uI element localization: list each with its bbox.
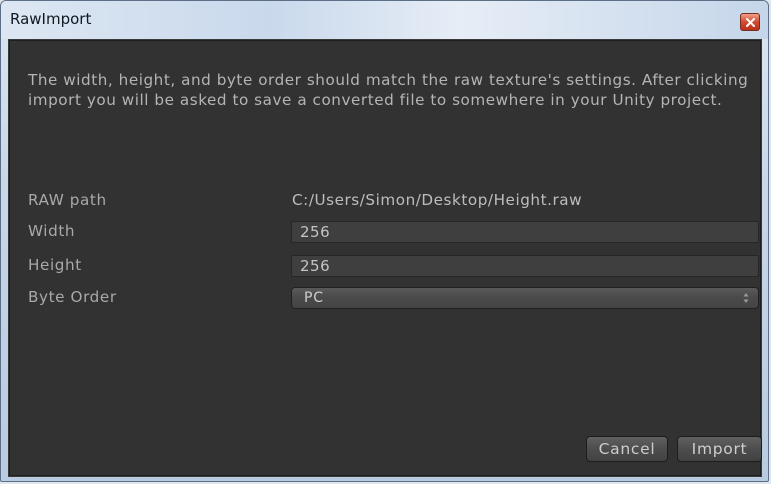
title-bar[interactable]: RawImport xyxy=(1,1,768,39)
byte-order-label: Byte Order xyxy=(28,288,117,306)
byte-order-dropdown[interactable]: PC xyxy=(291,287,759,309)
close-button[interactable] xyxy=(740,13,760,31)
content-frame: The width, height, and byte order should… xyxy=(8,39,762,477)
window-title: RawImport xyxy=(10,10,92,28)
height-label: Height xyxy=(28,256,82,274)
width-label: Width xyxy=(28,222,76,240)
cancel-button[interactable]: Cancel xyxy=(586,436,668,462)
raw-path-value: C:/Users/Simon/Desktop/Height.raw xyxy=(292,191,583,209)
raw-path-label: RAW path xyxy=(28,191,107,209)
dropdown-arrows-icon xyxy=(743,293,749,303)
rawimport-window: RawImport The width, height, and byte or… xyxy=(0,0,769,482)
byte-order-selected-value: PC xyxy=(304,290,324,306)
close-icon xyxy=(746,18,755,27)
description-text: The width, height, and byte order should… xyxy=(28,71,749,109)
height-field[interactable] xyxy=(291,255,759,277)
import-button[interactable]: Import xyxy=(677,436,762,462)
dialog-content: The width, height, and byte order should… xyxy=(9,40,762,476)
width-field[interactable] xyxy=(291,221,759,243)
